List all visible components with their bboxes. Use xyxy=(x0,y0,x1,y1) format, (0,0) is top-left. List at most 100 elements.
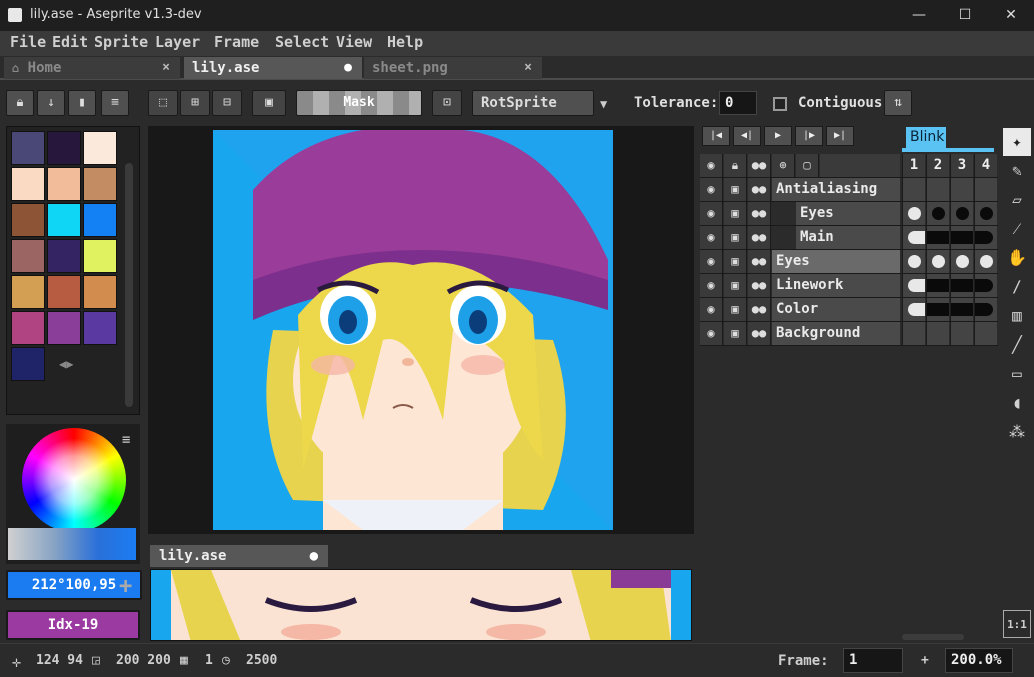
frame-cel[interactable] xyxy=(902,202,925,225)
replace-selection-icon[interactable]: ⬚ xyxy=(148,90,178,116)
eye-icon[interactable]: ◉ xyxy=(700,322,723,345)
magic-wand-icon[interactable]: ✦ xyxy=(1003,128,1031,156)
last-frame-button[interactable]: ▶| xyxy=(826,126,854,146)
layer-row[interactable]: ◉ ▣ ●● Color xyxy=(700,298,998,322)
frame-cel[interactable] xyxy=(926,274,949,297)
frame-cel[interactable] xyxy=(974,178,997,201)
color-wheel[interactable] xyxy=(22,428,126,532)
pivot-icon[interactable]: ⊡ xyxy=(432,90,462,116)
background-color-button[interactable]: Idx-19 xyxy=(6,610,140,640)
frame-cel[interactable] xyxy=(974,322,997,345)
layer-name[interactable]: Background xyxy=(772,322,900,345)
frame-cel[interactable] xyxy=(902,226,925,249)
layer-row[interactable]: ◉ ▣ ●● Main xyxy=(700,226,998,250)
mask-color-button[interactable]: Mask xyxy=(296,90,422,116)
continuous-icon[interactable]: ●● xyxy=(748,298,771,321)
frame-input[interactable]: 1 xyxy=(843,648,903,673)
contiguous-checkbox[interactable] xyxy=(773,97,787,111)
rotation-algorithm-select[interactable]: RotSprite xyxy=(472,90,594,116)
frame-header[interactable]: 4 xyxy=(974,154,997,177)
gradient-icon[interactable]: ▥ xyxy=(1003,302,1031,330)
swap-colors-icon[interactable]: + xyxy=(119,574,132,599)
continuous-icon[interactable]: ●● xyxy=(748,202,771,225)
frame-cel[interactable] xyxy=(950,178,973,201)
flip-icon[interactable]: ⇅ xyxy=(884,90,912,116)
frame-cel[interactable] xyxy=(902,250,925,273)
tab-home[interactable]: ⌂ Home × xyxy=(4,57,180,79)
lock-icon[interactable]: ▣ xyxy=(724,250,747,273)
palette-swatch[interactable] xyxy=(11,167,45,201)
frame-header[interactable]: 1 xyxy=(902,154,925,177)
tolerance-input[interactable]: 0 xyxy=(719,91,757,115)
frame-cel[interactable] xyxy=(950,298,973,321)
continuous-icon[interactable]: ●● xyxy=(748,250,771,273)
menu-frame[interactable]: Frame xyxy=(214,33,259,51)
onion-skin-icon[interactable]: ⊕ xyxy=(772,154,795,177)
continuous-icon[interactable]: ●● xyxy=(748,154,771,177)
lock-icon[interactable]: ▣ xyxy=(724,178,747,201)
line-icon[interactable]: ╱ xyxy=(1003,331,1031,359)
preview-tab[interactable]: lily.ase ● xyxy=(150,545,328,567)
frame-cel[interactable] xyxy=(902,322,925,345)
close-button[interactable]: ✕ xyxy=(988,0,1034,31)
palette-swatch[interactable] xyxy=(11,131,45,165)
spray-icon[interactable]: ⁂ xyxy=(1003,418,1031,446)
palette-swatch[interactable] xyxy=(47,275,81,309)
tab-close-button[interactable]: × xyxy=(524,57,532,79)
palette-swatch[interactable] xyxy=(11,239,45,273)
palette-swatch[interactable] xyxy=(47,167,81,201)
menu-select[interactable]: Select xyxy=(275,33,329,51)
palette-swatch[interactable] xyxy=(11,275,45,309)
frame-cel[interactable] xyxy=(926,178,949,201)
subtract-selection-icon[interactable]: ⊟ xyxy=(212,90,242,116)
chevron-down-icon[interactable]: ▼ xyxy=(600,97,607,111)
maximize-button[interactable]: ☐ xyxy=(942,0,988,31)
lock-icon[interactable]: ▣ xyxy=(724,202,747,225)
frame-cel[interactable] xyxy=(926,250,949,273)
frame-cel[interactable] xyxy=(950,322,973,345)
frame-cel[interactable] xyxy=(926,226,949,249)
menu-edit[interactable]: Edit xyxy=(52,33,88,51)
frame-cel[interactable] xyxy=(974,226,997,249)
layer-row[interactable]: ◉ ▣ ●● Antialiasing xyxy=(700,178,998,202)
preview-window[interactable] xyxy=(150,569,692,641)
lock-icon[interactable]: ▣ xyxy=(724,274,747,297)
frame-cel[interactable] xyxy=(902,298,925,321)
frame-cel[interactable] xyxy=(902,178,925,201)
frame-cel[interactable] xyxy=(974,202,997,225)
palette-swatch[interactable] xyxy=(11,311,45,345)
menu-sprite[interactable]: Sprite xyxy=(94,33,148,51)
palette-swatch[interactable] xyxy=(83,167,117,201)
frame-cel[interactable] xyxy=(974,274,997,297)
menu-view[interactable]: View xyxy=(336,33,372,51)
eraser-icon[interactable]: ▱ xyxy=(1003,186,1031,214)
frame-header[interactable]: 2 xyxy=(926,154,949,177)
tab-sheet-png[interactable]: sheet.png × xyxy=(364,57,542,79)
palette-swatch[interactable] xyxy=(11,347,45,381)
palette-swatch[interactable] xyxy=(11,203,45,237)
eye-icon[interactable]: ◉ xyxy=(700,202,723,225)
palette-resize-icon[interactable]: ◀▶ xyxy=(59,357,73,371)
palette-swatch[interactable] xyxy=(83,239,117,273)
continuous-icon[interactable]: ●● xyxy=(748,322,771,345)
palette-swatch[interactable] xyxy=(83,275,117,309)
frame-cel[interactable] xyxy=(974,298,997,321)
menu-help[interactable]: Help xyxy=(387,33,423,51)
frame-cel[interactable] xyxy=(902,274,925,297)
layer-row[interactable]: ◉ ▣ ●● Background xyxy=(700,322,998,346)
palette-swatch[interactable] xyxy=(47,203,81,237)
layer-row[interactable]: ◉ ▣ ●● Linework xyxy=(700,274,998,298)
frame-header[interactable]: 3 xyxy=(950,154,973,177)
frame-cel[interactable] xyxy=(926,202,949,225)
frame-cel[interactable] xyxy=(974,250,997,273)
tab-modified-indicator[interactable]: ● xyxy=(344,57,352,79)
frame-cel[interactable] xyxy=(950,274,973,297)
add-frame-button[interactable]: + xyxy=(921,653,929,668)
palette-swatch[interactable] xyxy=(47,131,81,165)
rectangle-icon[interactable]: ▭ xyxy=(1003,360,1031,388)
zoom-reset-button[interactable]: 1:1 xyxy=(1003,610,1031,638)
blur-icon[interactable]: ◖ xyxy=(1003,389,1031,417)
pencil-icon[interactable]: ✎ xyxy=(1003,157,1031,185)
palette-scrollbar[interactable] xyxy=(125,163,133,407)
lock-icon[interactable]: ▣ xyxy=(724,298,747,321)
